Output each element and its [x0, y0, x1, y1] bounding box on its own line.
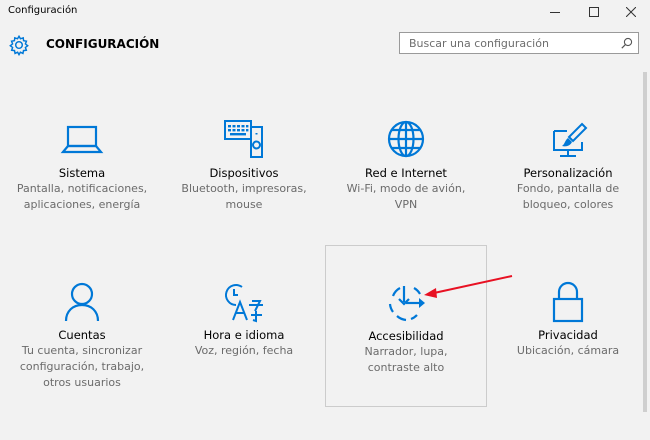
- tile-personalizacion[interactable]: Personalización Fondo, pantalla de bloqu…: [487, 118, 649, 278]
- settings-header: CONFIGURACIÓN: [0, 24, 650, 66]
- person-icon: [64, 282, 100, 322]
- gear-icon: [9, 34, 29, 56]
- tile-sistema[interactable]: Sistema Pantalla, notificaciones, aplica…: [1, 118, 163, 278]
- tile-name: Red e Internet: [365, 166, 447, 180]
- laptop-icon: [60, 125, 104, 154]
- title-bar: Configuración: [0, 0, 650, 24]
- tile-name: Accesibilidad: [368, 329, 444, 343]
- minimize-button[interactable]: [536, 0, 574, 24]
- tile-description: Narrador, lupa, contraste alto: [364, 345, 448, 374]
- minimize-icon: [550, 12, 560, 13]
- tile-hora-idioma[interactable]: Hora e idioma Voz, región, fecha: [163, 280, 325, 440]
- tile-name: Personalización: [523, 166, 613, 180]
- tile-description: Tu cuenta, sincronizar configuración, tr…: [19, 344, 145, 389]
- maximize-button[interactable]: [575, 0, 613, 24]
- search-icon[interactable]: [621, 37, 633, 49]
- tile-description: Ubicación, cámara: [516, 344, 620, 357]
- tile-dispositivos[interactable]: Dispositivos Bluetooth, impresoras, mous…: [163, 118, 325, 278]
- tile-name: Hora e idioma: [203, 328, 285, 342]
- window-title: Configuración: [8, 5, 78, 16]
- tile-privacidad[interactable]: Privacidad Ubicación, cámara: [487, 280, 649, 440]
- tile-description: Wi-Fi, modo de avión, VPN: [346, 182, 466, 211]
- tile-name: Sistema: [58, 166, 106, 180]
- devices-icon: [224, 120, 263, 158]
- close-icon: [626, 7, 636, 17]
- tile-name: Privacidad: [538, 328, 598, 342]
- tile-description: Bluetooth, impresoras, mouse: [181, 182, 307, 211]
- close-button[interactable]: [612, 0, 650, 24]
- tile-description: Pantalla, notificaciones, aplicaciones, …: [16, 182, 148, 211]
- time-language-icon: [225, 284, 263, 323]
- maximize-icon: [589, 7, 599, 17]
- globe-icon: [387, 120, 425, 158]
- lock-icon: [552, 281, 584, 323]
- tile-name: Cuentas: [58, 328, 106, 342]
- tile-description: Fondo, pantalla de bloqueo, colores: [516, 182, 620, 211]
- search-box[interactable]: [399, 32, 639, 54]
- search-input[interactable]: [400, 33, 619, 53]
- tile-name: Dispositivos: [209, 166, 279, 180]
- tile-description: Voz, región, fecha: [194, 344, 294, 357]
- tile-cuentas[interactable]: Cuentas Tu cuenta, sincronizar configura…: [1, 280, 163, 440]
- page-title: CONFIGURACIÓN: [46, 37, 160, 51]
- paint-brush-icon: [553, 122, 588, 157]
- annotation-arrow-icon: [424, 275, 513, 298]
